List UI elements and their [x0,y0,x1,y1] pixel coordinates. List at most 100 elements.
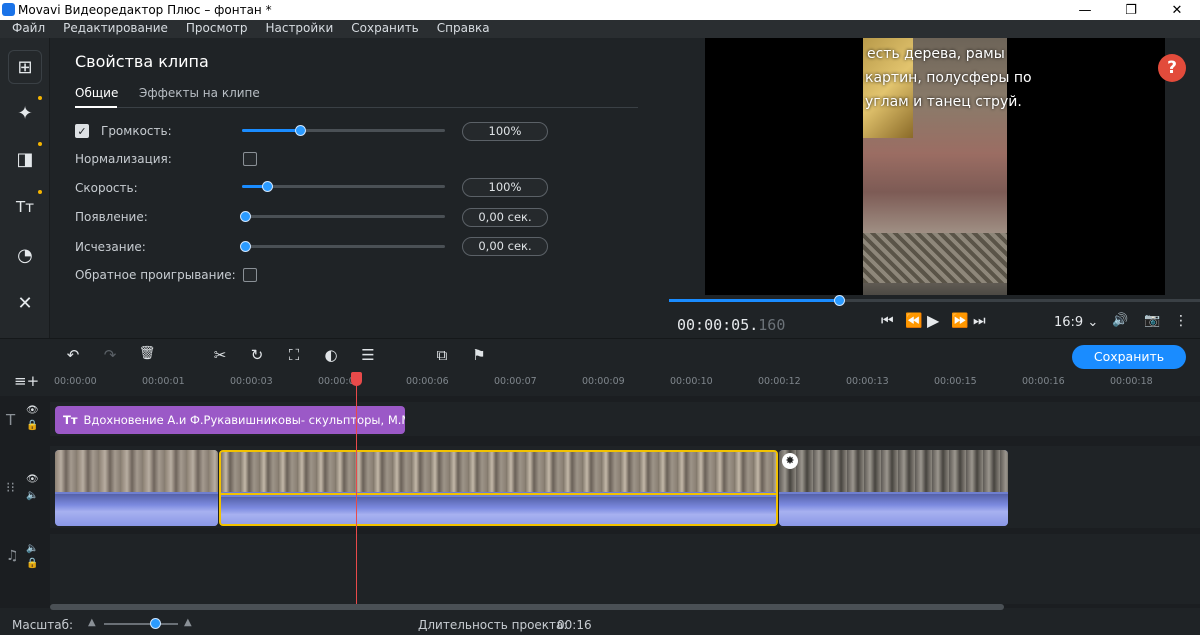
timeline-horizontal-scrollbar[interactable] [50,604,1004,610]
ruler-tick-label: 00:00:00 [54,376,97,387]
menu-edit[interactable]: Редактирование [51,20,174,38]
snapshot-icon[interactable]: 📷 [1144,313,1160,328]
music-track-icon: ♫ [6,548,19,564]
aspect-ratio-select[interactable]: 16:9 ⌄ [1054,315,1098,330]
color-adjust-icon[interactable]: ◐ [320,346,342,366]
tab-clip-effects[interactable]: Эффекты на клипе [139,86,260,100]
speed-value[interactable]: 100% [462,178,548,197]
normalization-label: Нормализация: [75,152,172,166]
playback-progress-bar[interactable] [669,295,1200,306]
volume-slider-knob[interactable] [294,125,306,136]
video-clip[interactable] [779,450,1008,526]
video-canvas[interactable]: есть дерева, рамы картин, полусферы по у… [705,38,1165,295]
volume-label: Громкость: [101,124,172,138]
export-clip-icon[interactable]: ⧉ [431,346,453,366]
titles-icon: Tт [16,198,34,216]
menu-settings[interactable]: Настройки [253,20,339,38]
ruler-tick-label: 00:00:16 [1022,376,1065,387]
crop-icon[interactable]: ⛶ [283,346,305,366]
volume-icon[interactable]: 🔊 [1112,313,1128,328]
speed-label: Скорость: [75,181,138,195]
ruler-tick-label: 00:00:10 [670,376,713,387]
menu-file[interactable]: Файл [0,20,51,38]
audio-waveform [55,494,218,526]
timeline-ruler[interactable]: 00:00:00 00:00:01 00:00:03 00:00:04 00:0… [50,372,1200,396]
audio-waveform [221,497,776,524]
playhead-handle[interactable] [351,372,362,386]
panel-title: Свойства клипа [75,52,209,71]
cut-icon[interactable]: ✂ [209,346,231,366]
ruler-tick-label: 00:00:18 [1110,376,1153,387]
scale-label: Масштаб: [12,618,74,632]
rotate-icon[interactable]: ↻ [246,346,268,366]
skip-start-icon[interactable]: ⏮ [881,313,894,329]
clip-thumbnails [779,450,1008,492]
clip-settings-icon[interactable]: ☰ [357,346,379,366]
playback-progress-knob[interactable] [833,295,845,306]
tab-general[interactable]: Общие [75,86,118,100]
eye-icon[interactable]: 👁 [26,405,39,416]
delete-icon[interactable]: 🗑 [136,346,158,366]
undo-icon[interactable]: ↶ [62,346,84,366]
more-tools-button[interactable]: ✕ [8,286,42,320]
more-menu-icon[interactable]: ⋮ [1174,313,1188,329]
selection-divider [221,493,776,495]
filters-button[interactable]: ✦ [8,96,42,130]
fade-out-label: Исчезание: [75,240,146,254]
zoom-slider[interactable] [104,623,178,625]
title-track-icon: T [6,411,16,429]
lock-icon[interactable]: 🔒 [26,558,38,569]
volume-slider[interactable] [242,129,445,132]
zoom-out-icon[interactable]: ▲ [88,617,96,628]
volume-value[interactable]: 100% [462,122,548,141]
lock-icon[interactable]: 🔒 [26,420,38,431]
speed-slider-knob[interactable] [262,181,274,192]
skip-end-icon[interactable]: ⏭ [973,313,986,329]
speaker-icon[interactable]: 🔈 [26,543,38,554]
video-clip[interactable] [55,450,218,526]
fade-in-value[interactable]: 0,00 сек. [462,208,548,227]
audio-waveform [779,494,1008,526]
redo-icon[interactable]: ↷ [99,346,121,366]
menu-bar: Файл Редактирование Просмотр Настройки С… [0,20,1200,38]
title-clip[interactable]: Tт Вдохновение А.и Ф.Рукавишниковы- скуль… [55,406,405,434]
next-frame-icon[interactable]: ⏩ [951,313,968,329]
volume-checkbox[interactable]: ✓ [75,124,89,138]
zoom-in-icon[interactable]: ▲ [184,617,192,628]
add-track-icon[interactable]: ≡+ [14,372,39,390]
fade-out-slider[interactable] [242,245,445,248]
fade-in-slider-knob[interactable] [240,211,251,222]
fade-out-slider-knob[interactable] [240,241,251,252]
marker-icon[interactable]: ⚑ [468,346,490,366]
reverse-checkbox[interactable] [243,268,257,282]
speaker-icon[interactable]: 🔈 [26,490,38,501]
ruler-tick-label: 00:00:03 [230,376,273,387]
titles-button[interactable]: Tт [8,190,42,224]
normalization-checkbox[interactable] [243,152,257,166]
close-button[interactable]: ✕ [1154,0,1200,20]
save-button[interactable]: Сохранить [1072,345,1186,369]
video-track-icon: ⁝⁝ [6,480,15,496]
maximize-button[interactable]: ❐ [1108,0,1154,20]
zoom-slider-knob[interactable] [150,618,161,629]
eye-icon[interactable]: 👁 [26,474,39,485]
play-icon[interactable]: ▶ [927,311,939,330]
menu-view[interactable]: Просмотр [174,20,254,38]
menu-save[interactable]: Сохранить [339,20,425,38]
fade-in-slider[interactable] [242,215,445,218]
project-duration-value: 00:16 [557,618,592,632]
import-button[interactable]: ⊞ [8,50,42,84]
ruler-tick-label: 00:00:09 [582,376,625,387]
transition-star-icon[interactable]: ✸ [782,453,798,469]
video-clip-selected[interactable] [219,450,778,526]
minimize-button[interactable]: — [1062,0,1108,20]
speed-slider-fill [242,185,265,188]
help-button[interactable]: ? [1158,54,1186,82]
window-title: Movavi Видеоредактор Плюс – фонтан * [18,3,272,17]
fade-out-value[interactable]: 0,00 сек. [462,237,548,256]
transitions-button[interactable]: ◨ [8,142,42,176]
tab-active-indicator [75,106,117,108]
menu-help[interactable]: Справка [425,20,496,38]
prev-frame-icon[interactable]: ⏪ [905,313,922,329]
stickers-button[interactable]: ◔ [8,238,42,272]
